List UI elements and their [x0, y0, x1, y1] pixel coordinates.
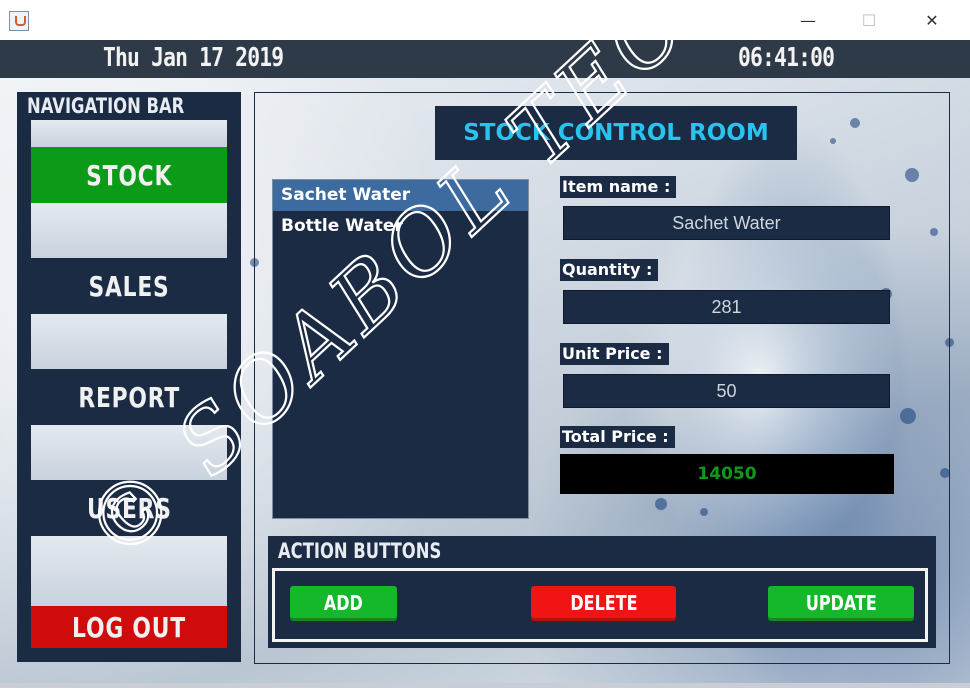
stock-item-list[interactable]: Sachet Water Bottle Water [272, 179, 529, 519]
close-button[interactable]: ✕ [909, 6, 955, 36]
action-buttons-title: ACTION BUTTONS [278, 539, 442, 563]
nav-spacer [31, 203, 227, 258]
maximize-button[interactable]: ☐ [846, 6, 892, 36]
minimize-button[interactable]: — [785, 6, 831, 36]
navigation-bar-title: NAVIGATION BAR [27, 94, 185, 118]
nav-stock-button[interactable]: STOCK [31, 147, 227, 203]
nav-sales-label: SALES [88, 269, 170, 303]
nav-spacer [31, 425, 227, 480]
add-button-label: ADD [324, 591, 363, 615]
unit-price-field[interactable]: 50 [563, 374, 890, 408]
current-date: Thu Jan 17 2019 [103, 43, 284, 73]
nav-users-button[interactable]: USERS [31, 480, 227, 536]
nav-stock-label: STOCK [85, 158, 173, 192]
navigation-bar: NAVIGATION BAR STOCK SALES REPORT USERS … [17, 92, 241, 662]
nav-spacer [31, 314, 227, 369]
nav-report-button[interactable]: REPORT [31, 369, 227, 425]
quantity-label: Quantity : [560, 259, 659, 281]
nav-report-label: REPORT [78, 380, 180, 414]
nav-spacer [31, 120, 227, 147]
logout-button[interactable]: LOG OUT [31, 606, 227, 648]
unit-price-label: Unit Price : [560, 343, 669, 365]
nav-spacer [31, 536, 227, 606]
delete-button-label: DELETE [569, 591, 638, 615]
total-price-field: 14050 [560, 454, 894, 494]
item-name-field[interactable]: Sachet Water [563, 206, 890, 240]
list-item[interactable]: Bottle Water [273, 211, 528, 242]
quantity-field[interactable]: 281 [563, 290, 890, 324]
item-name-label: Item name : [560, 176, 677, 198]
update-button[interactable]: UPDATE [768, 586, 914, 621]
stock-control-room-title: STOCK CONTROL ROOM [435, 106, 797, 160]
window-bottom-edge [0, 683, 970, 688]
list-item[interactable]: Sachet Water [273, 180, 528, 211]
nav-sales-button[interactable]: SALES [31, 258, 227, 314]
nav-users-label: USERS [86, 491, 172, 525]
total-price-label: Total Price : [560, 426, 675, 448]
top-header: Thu Jan 17 2019 06:41:00 [0, 40, 970, 78]
java-app-icon [9, 11, 29, 31]
current-time: 06:41:00 [738, 43, 835, 73]
update-button-label: UPDATE [805, 591, 877, 615]
delete-button[interactable]: DELETE [531, 586, 676, 621]
window-titlebar: — ☐ ✕ [0, 0, 970, 41]
logout-label: LOG OUT [72, 610, 186, 644]
add-button[interactable]: ADD [290, 586, 397, 621]
